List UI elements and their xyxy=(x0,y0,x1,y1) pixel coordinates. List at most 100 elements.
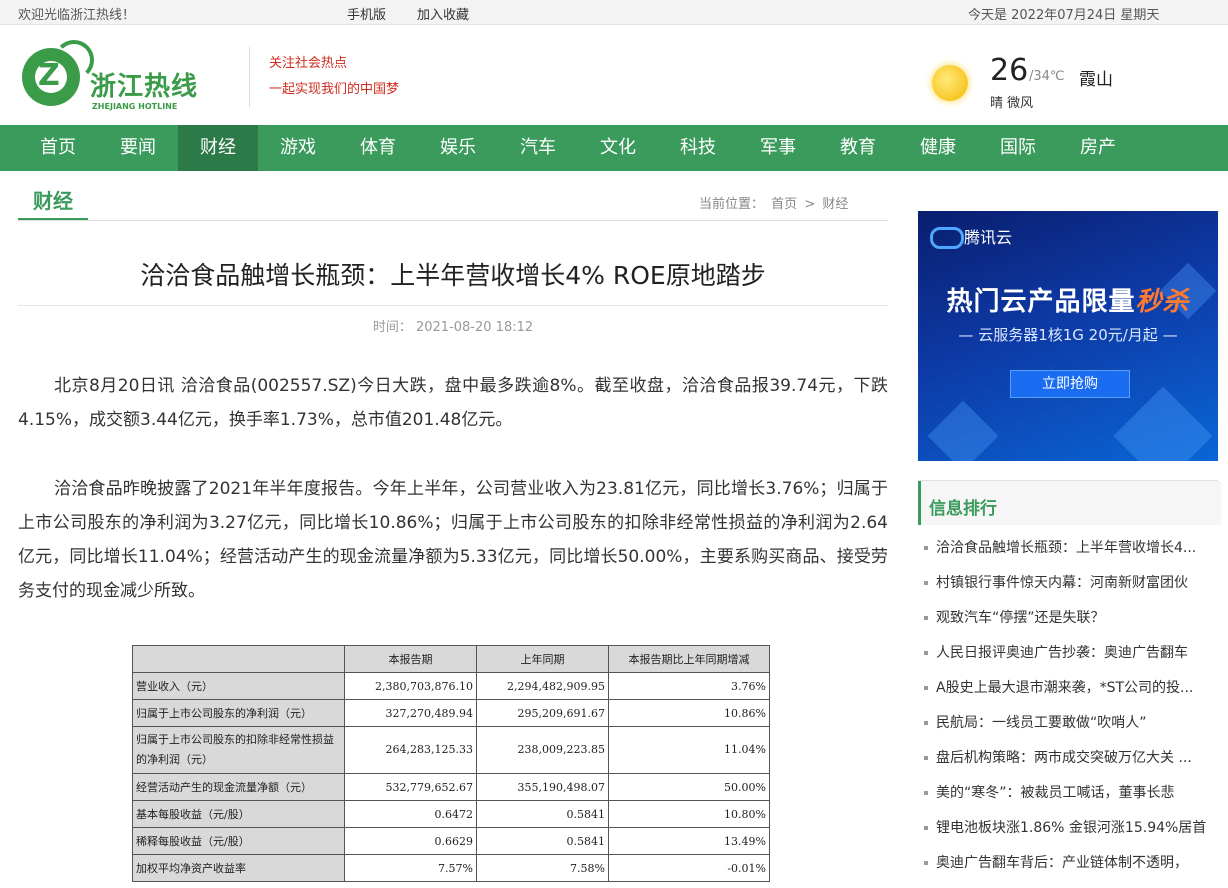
nav-item-home[interactable]: 首页 xyxy=(18,125,98,171)
ranking-item-text[interactable]: 民航局：一线员工要敢做“吹哨人” xyxy=(936,712,1212,734)
table-cell: -0.01% xyxy=(608,854,770,882)
logo-subtext: ZHEJIANG HOTLINE xyxy=(92,102,178,111)
ranking-item[interactable]: 洽洽食品触增长瓶颈：上半年营收增长4... xyxy=(924,537,1212,559)
ranking-item-text[interactable]: 人民日报评奥迪广告抄袭：奥迪广告翻车 xyxy=(936,642,1212,664)
table-cell: 295,209,691.67 xyxy=(476,699,609,727)
table-header-cell: 本报告期 xyxy=(344,645,477,673)
ranking-item[interactable]: 奥迪广告翻车背后：产业链体制不透明， xyxy=(924,852,1212,874)
site-logo[interactable]: Z 浙江热线 ZHEJIANG HOTLINE xyxy=(22,40,212,115)
table-cell: 0.5841 xyxy=(476,827,609,855)
ad-decoration xyxy=(927,400,999,461)
nav-item-education[interactable]: 教育 xyxy=(818,125,898,171)
bullet-icon xyxy=(924,616,928,620)
nav-item-news[interactable]: 要闻 xyxy=(98,125,178,171)
ranking-item[interactable]: 村镇银行事件惊天内幕：河南新财富团伙 xyxy=(924,572,1212,594)
table-cell: 7.57% xyxy=(344,854,477,882)
table-cell: 2,294,482,909.95 xyxy=(476,672,609,700)
table-cell: 327,270,489.94 xyxy=(344,699,477,727)
section-title: 财经 xyxy=(18,182,88,221)
nav-item-games[interactable]: 游戏 xyxy=(258,125,338,171)
temperature-range: /34℃ xyxy=(1029,69,1065,84)
table-cell: 0.6472 xyxy=(344,800,477,828)
ranking-item[interactable]: 锂电池板块涨1.86% 金银河涨15.94%居首 xyxy=(924,817,1212,839)
table-cell: 13.49% xyxy=(608,827,770,855)
weather-description: 晴 微风 xyxy=(990,96,1034,111)
breadcrumb: 当前位置： 首页 > 财经 xyxy=(699,193,851,212)
bullet-icon xyxy=(924,826,928,830)
ranking-item-text[interactable]: 盘后机构策略：两市成交突破万亿大关 ... xyxy=(936,747,1212,769)
table-cell: 50.00% xyxy=(608,773,770,801)
sun-icon xyxy=(932,65,968,101)
ranking-item-text[interactable]: 美的“寒冬”：被裁员工喊话，董事长悲 xyxy=(936,782,1212,804)
bullet-icon xyxy=(924,721,928,725)
ad-headline-text: 热门云产品限量 xyxy=(946,287,1136,317)
nav-item-sports[interactable]: 体育 xyxy=(338,125,418,171)
table-row: 稀释每股收益（元/股） 0.6629 0.5841 13.49% xyxy=(132,827,770,855)
table-header-cell xyxy=(132,645,345,673)
table-cell: 10.86% xyxy=(608,699,770,727)
add-favorite-link[interactable]: 加入收藏 xyxy=(417,4,469,23)
table-header-cell: 上年同期 xyxy=(476,645,609,673)
row-label: 归属于上市公司股东的净利润（元） xyxy=(132,699,345,727)
breadcrumb-separator: > xyxy=(804,197,816,212)
table-cell: 532,779,652.67 xyxy=(344,773,477,801)
ranking-item-text[interactable]: 洽洽食品触增长瓶颈：上半年营收增长4... xyxy=(936,537,1212,559)
table-cell: 355,190,498.07 xyxy=(476,773,609,801)
ranking-item[interactable]: 人民日报评奥迪广告抄袭：奥迪广告翻车 xyxy=(924,642,1212,664)
nav-item-finance[interactable]: 财经 xyxy=(178,125,258,171)
ad-headline-highlight: 秒杀 xyxy=(1135,287,1190,317)
nav-item-culture[interactable]: 文化 xyxy=(578,125,658,171)
nav-item-international[interactable]: 国际 xyxy=(978,125,1058,171)
table-row: 归属于上市公司股东的净利润（元） 327,270,489.94 295,209,… xyxy=(132,699,770,727)
weather-city: 霞山 xyxy=(1079,70,1113,90)
bullet-icon xyxy=(924,791,928,795)
ad-banner[interactable]: 腾讯云 热门云产品限量秒杀 — 云服务器1核1G 20元/月起 — 立即抢购 xyxy=(918,211,1218,461)
breadcrumb-label: 当前位置： xyxy=(699,197,765,212)
title-divider xyxy=(18,305,888,306)
table-cell: 7.58% xyxy=(476,854,609,882)
ranking-item[interactable]: 观致汽车“停摆”还是失联？ xyxy=(924,607,1212,629)
bullet-icon xyxy=(924,581,928,585)
main-nav: 首页 要闻 财经 游戏 体育 娱乐 汽车 文化 科技 军事 教育 健康 国际 房… xyxy=(0,125,1228,171)
ranking-item-text[interactable]: 观致汽车“停摆”还是失联？ xyxy=(936,607,1212,629)
table-header-row: 本报告期 上年同期 本报告期比上年同期增减 xyxy=(132,645,770,673)
slogan-line-1: 关注社会热点 xyxy=(269,56,348,71)
article-meta: 时间： 2021-08-20 18:12 xyxy=(372,320,534,335)
table-row: 加权平均净资产收益率 7.57% 7.58% -0.01% xyxy=(132,854,770,882)
row-label: 基本每股收益（元/股） xyxy=(132,800,345,828)
table-header-cell: 本报告期比上年同期增减 xyxy=(608,645,770,673)
bullet-icon xyxy=(924,651,928,655)
ad-buy-button[interactable]: 立即抢购 xyxy=(1010,370,1130,398)
site-header: Z 浙江热线 ZHEJIANG HOTLINE 关注社会热点 一起实现我们的中国… xyxy=(0,25,1228,125)
nav-item-health[interactable]: 健康 xyxy=(898,125,978,171)
bullet-icon xyxy=(924,546,928,550)
breadcrumb-current[interactable]: 财经 xyxy=(822,197,848,212)
ranking-item[interactable]: 美的“寒冬”：被裁员工喊话，董事长悲 xyxy=(924,782,1212,804)
row-label: 加权平均净资产收益率 xyxy=(132,854,345,882)
breadcrumb-home[interactable]: 首页 xyxy=(771,197,797,212)
financial-table: 本报告期 上年同期 本报告期比上年同期增减 营业收入（元） 2,380,703,… xyxy=(132,645,770,882)
info-ranking: 信息排行 洽洽食品触增长瓶颈：上半年营收增长4... 村镇银行事件惊天内幕：河南… xyxy=(918,480,1221,888)
ranking-item[interactable]: 民航局：一线员工要敢做“吹哨人” xyxy=(924,712,1212,734)
table-row: 基本每股收益（元/股） 0.6472 0.5841 10.80% xyxy=(132,800,770,828)
mobile-version-link[interactable]: 手机版 xyxy=(347,4,386,23)
table-row: 经营活动产生的现金流量净额（元） 532,779,652.67 355,190,… xyxy=(132,773,770,801)
nav-item-entertainment[interactable]: 娱乐 xyxy=(418,125,498,171)
table-cell: 0.5841 xyxy=(476,800,609,828)
ranking-item-text[interactable]: 锂电池板块涨1.86% 金银河涨15.94%居首 xyxy=(936,817,1212,839)
ranking-item[interactable]: 盘后机构策略：两市成交突破万亿大关 ... xyxy=(924,747,1212,769)
nav-item-auto[interactable]: 汽车 xyxy=(498,125,578,171)
article-paragraph-1: 北京8月20日讯 洽洽食品(002557.SZ)今日大跌，盘中最多跌逾8%。截至… xyxy=(18,376,888,430)
ranking-item[interactable]: A股史上最大退市潮来袭，*ST公司的投... xyxy=(924,677,1212,699)
article-title: 洽洽食品触增长瓶颈：上半年营收增长4% ROE原地踏步 xyxy=(140,261,766,290)
nav-item-tech[interactable]: 科技 xyxy=(658,125,738,171)
ranking-item-text[interactable]: A股史上最大退市潮来袭，*ST公司的投... xyxy=(936,677,1212,699)
nav-item-realestate[interactable]: 房产 xyxy=(1058,125,1138,171)
logo-letter: Z xyxy=(38,58,60,93)
nav-item-military[interactable]: 军事 xyxy=(738,125,818,171)
ad-subtitle: — 云服务器1核1G 20元/月起 — xyxy=(958,326,1178,344)
table-row: 归属于上市公司股东的扣除非经常性损益的净利润（元） 264,283,125.33… xyxy=(132,726,770,774)
ranking-item-text[interactable]: 村镇银行事件惊天内幕：河南新财富团伙 xyxy=(936,572,1212,594)
ranking-item-text[interactable]: 奥迪广告翻车背后：产业链体制不透明， xyxy=(936,852,1212,874)
table-cell: 0.6629 xyxy=(344,827,477,855)
